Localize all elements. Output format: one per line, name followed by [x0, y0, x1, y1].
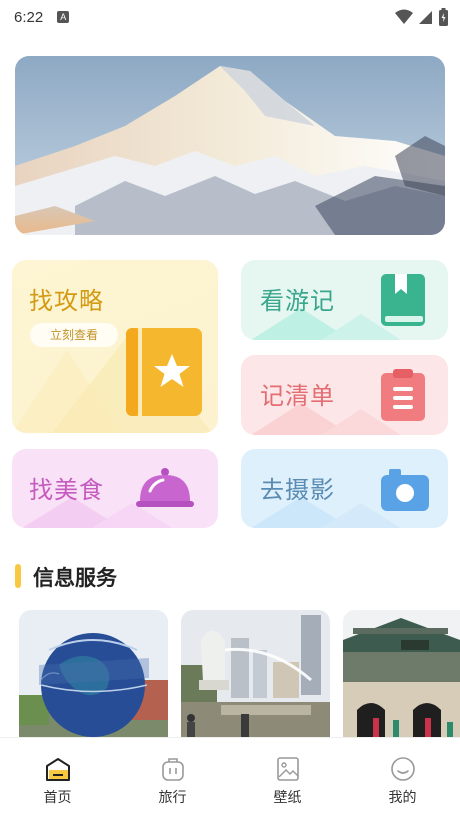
section-title: 信息服务	[33, 566, 117, 590]
picture-icon	[276, 757, 299, 781]
nav-label: 壁纸	[273, 790, 302, 806]
signal-icon	[419, 11, 432, 24]
nav-item-wallpaper[interactable]: 壁纸	[230, 738, 345, 817]
info-photo-globe[interactable]	[19, 610, 168, 738]
clipboard-icon	[381, 369, 425, 421]
luggage-icon	[161, 758, 184, 781]
card-find-food[interactable]: 找美食	[12, 449, 218, 528]
nav-label: 旅行	[158, 790, 187, 806]
section-accent-bar	[15, 564, 21, 588]
card-title: 看游记	[260, 287, 335, 315]
banner-mountain-image[interactable]	[15, 56, 445, 235]
nav-label: 首页	[43, 790, 72, 806]
info-photo-merlion[interactable]	[181, 610, 330, 738]
status-time: 6:22	[14, 8, 44, 26]
status-bar: 6:22 A	[0, 0, 460, 34]
card-title: 找美食	[29, 476, 104, 504]
nav-label: 我的	[388, 790, 417, 806]
home-icon	[45, 758, 70, 781]
book-icon	[381, 274, 425, 326]
card-title: 找攻略	[29, 287, 104, 315]
card-travel-notes[interactable]: 看游记	[241, 260, 448, 340]
card-title: 记清单	[260, 382, 335, 410]
nav-item-travel[interactable]: 旅行	[115, 738, 230, 817]
status-icons	[395, 8, 448, 26]
card-checklist[interactable]: 记清单	[241, 355, 448, 435]
guide-book-icon	[126, 328, 202, 416]
smile-icon	[390, 757, 415, 781]
food-cloche-icon	[136, 468, 194, 507]
wifi-icon	[395, 9, 413, 24]
camera-icon	[381, 469, 429, 511]
nav-item-home[interactable]: 首页	[0, 738, 115, 817]
notification-icon: A	[57, 11, 70, 23]
card-photography[interactable]: 去摄影	[241, 449, 448, 528]
card-title: 去摄影	[260, 476, 335, 504]
nav-item-mine[interactable]: 我的	[345, 738, 460, 817]
bottom-navigation: 首页 旅行 壁纸 我的	[0, 737, 460, 817]
view-now-button[interactable]: 立刻查看	[30, 323, 118, 347]
card-find-guide[interactable]: 找攻略 立刻查看	[12, 260, 218, 433]
battery-icon	[439, 8, 448, 26]
info-photo-palace[interactable]	[343, 610, 460, 738]
